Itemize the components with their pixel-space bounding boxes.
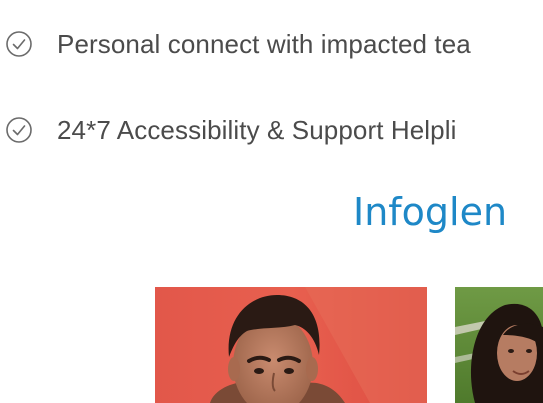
feature-item-accessibility-support: 24*7 Accessibility & Support Helpli <box>5 115 456 145</box>
check-circle-icon <box>6 31 32 57</box>
team-member-photo <box>155 287 427 403</box>
feature-text: Personal connect with impacted tea <box>57 28 471 59</box>
feature-text: 24*7 Accessibility & Support Helpli <box>57 114 457 145</box>
team-member-photo-image <box>155 287 427 403</box>
check-circle-icon <box>6 117 32 143</box>
feature-item-personal-connect: Personal connect with impacted tea <box>5 29 471 59</box>
section-title: Infoglen <box>353 190 508 234</box>
team-member-photo <box>455 287 543 403</box>
team-member-photo-image <box>455 287 543 403</box>
